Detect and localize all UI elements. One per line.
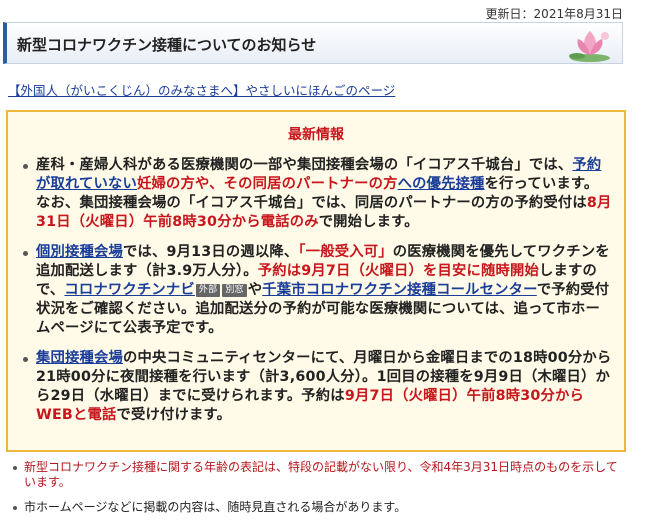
news3-link-group-venue[interactable]: 集団接種会場	[36, 350, 123, 366]
news-heading: 最新情報	[288, 127, 344, 143]
news1-text-3: で開始します。	[318, 214, 419, 230]
news2-highlight-general: 「一般受入可」	[298, 244, 393, 260]
news3-text-2: で受け付けます。	[116, 407, 232, 423]
news-item-individual: 個別接種会場では、9月13日の週以降、「一般受入可」の医療機関を優先してワクチン…	[22, 243, 612, 338]
news1-highlight-pregnant: 妊婦の方や、その同居のパートナーの方	[137, 176, 398, 192]
news-box: 最新情報 産科・産婦人科がある医療機関の一部や集団接種会場の「イコアス千城台」で…	[6, 110, 626, 452]
new-window-icon: 別窓	[222, 284, 247, 297]
easy-japanese-link[interactable]: 【外国人（がいこくじん）のみなさまへ】やさしいにほんごのページ	[8, 80, 395, 99]
page-title-bar: 新型コロナワクチン接種についてのお知らせ	[3, 22, 623, 64]
news2-text-1: では、9月13日の週以降、	[122, 244, 299, 260]
lotus-flower-icon	[569, 31, 610, 62]
notes-list: 新型コロナワクチン接種に関する年齢の表記は、特段の記載がない限り、令和4年3月3…	[10, 460, 620, 525]
news1-text-1: 産科・産婦人科がある医療機関の一部や集団接種会場の「イコアス千城台」では、	[36, 157, 573, 173]
external-link-icon: 外部	[195, 284, 221, 297]
news2-text-4: や	[247, 282, 263, 298]
news-item-maternity: 産科・産婦人科がある医療機関の一部や集団接種会場の「イコアス千城台」では、予約が…	[22, 156, 612, 232]
page-title: 新型コロナワクチン接種についてのお知らせ	[17, 36, 317, 54]
news-list: 産科・産婦人科がある医療機関の一部や集団接種会場の「イコアス千城台」では、予約が…	[22, 156, 612, 436]
news-item-group: 集団接種会場の中央コミュニティセンターにて、月曜日から金曜日までの18時00分か…	[22, 349, 612, 425]
updated-date: 更新日：2021年8月31日	[485, 7, 623, 21]
news2-link-vaccine-navi[interactable]: コロナワクチンナビ	[64, 282, 194, 298]
news2-link-call-center[interactable]: 千葉市コロナワクチン接種コールセンター	[262, 282, 537, 298]
news2-highlight-reservation: 予約は9月7日（火曜日）を目安に随時開始	[257, 263, 539, 279]
note-age-notation: 新型コロナワクチン接種に関する年齢の表記は、特段の記載がない限り、令和4年3月3…	[10, 460, 620, 490]
news1-link-priority[interactable]: への優先接種	[398, 176, 485, 192]
news2-link-individual-venue[interactable]: 個別接種会場	[36, 244, 123, 260]
note-content-revision: 市ホームページなどに掲載の内容は、随時見直される場合があります。	[10, 500, 620, 515]
